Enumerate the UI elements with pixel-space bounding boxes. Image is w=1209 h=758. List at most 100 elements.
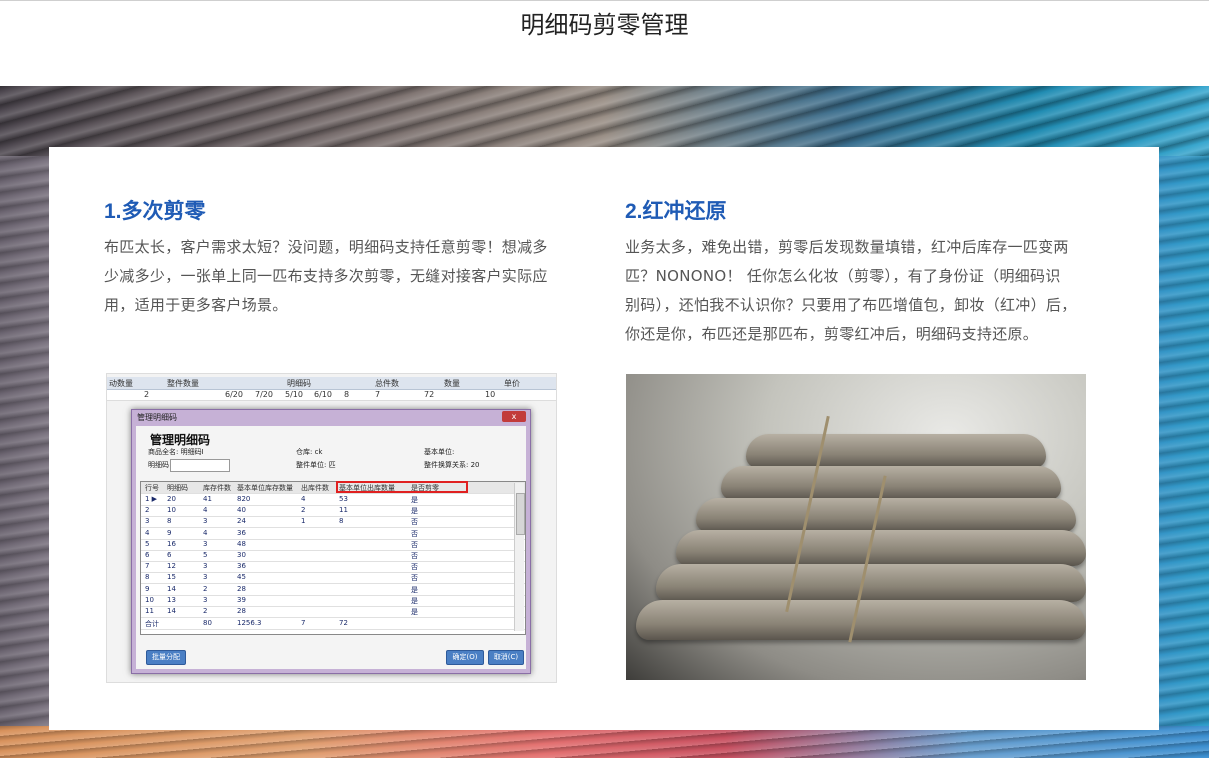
grid-row[interactable]: 10 13 3 39 是 [141,595,525,607]
fabric-fold [656,564,1086,602]
grid-cell: 53 [339,495,348,503]
sheet-cell: 6/10 [314,390,332,399]
sheet-header: 总件数 [375,379,399,388]
grid-cell: 是 [411,507,418,516]
fabric-bottom-band [0,726,1209,758]
base-unit-label: 基本单位: [424,448,455,456]
grid-cell: 12 [167,562,176,571]
grid-cell: 3 [203,517,208,526]
sheet-cell: 5/10 [285,390,303,399]
fabric-fold [676,530,1086,566]
ok-button[interactable]: 确定(O) [446,650,484,665]
grid-cell: 5 [145,539,150,548]
grid-cell: 15 [167,573,176,582]
grid-row[interactable]: 合计 80 1256.3 7 72 [141,618,525,630]
grid-cell: 1 ▶ [145,495,158,503]
grid-cell: 否 [411,540,418,549]
grid-cell: 4 [203,528,208,537]
text-line: 你还是你，布匹还是那匹布，剪零红冲后，明细码支持还原。 [625,325,1039,343]
section-text-multi-cut: 布匹太长，客户需求太短？没问题，明细码支持任意剪零！想减多 少减多少，一张单上同… [104,233,594,320]
grid-cell: 14 [167,584,176,593]
grid-cell: 28 [237,607,246,615]
sheet-header: 数量 [444,379,460,388]
grid-cell: 4 [203,506,208,515]
sheet-cell: 2 [144,390,150,399]
grid-cell: 80 [203,619,212,627]
grid-row[interactable]: 3 8 3 24 1 8 否 [141,516,525,529]
grid-cell: 3 [145,517,150,526]
sheet-cell: 6/20 [225,390,243,399]
dialog-titlebar: 管理明细码 x [132,410,530,424]
grid-cell: 7 [145,562,150,571]
grid-cell: 8 [339,517,344,526]
grid-row[interactable]: 9 14 2 28 是 [141,584,525,596]
grid-cell: 3 [203,539,208,548]
code-grid: 行号 明细码 库存件数 基本单位库存数量 出库件数 基本单位出库数量 是否剪零 1 ▶ 20 41… [140,481,526,635]
grid-cell: 24 [237,517,246,526]
grid-cell: 40 [237,506,246,515]
grid-cell: 11 [339,506,348,515]
grid-row[interactable]: 7 12 3 36 否 [141,561,525,574]
scrollbar-thumb[interactable] [516,493,525,535]
text-line: 用，适用于更多客户场景。 [104,296,288,314]
sheet-header-row: 动数量 整件数量 明细码 总件数 数量 单价 [107,377,556,390]
section-heading-multi-cut: 1.多次剪零 [104,200,206,223]
grid-scrollbar[interactable] [514,483,525,631]
grid-cell: 5 [203,551,208,559]
grid-row[interactable]: 5 16 3 48 否 [141,539,525,551]
grid-cell: 7 [301,619,306,627]
dialog-close-button[interactable]: x [502,411,526,422]
grid-column-header: 库存件数 [203,484,231,492]
grid-cell: 36 [237,562,246,571]
fabric-stack-photo [626,374,1086,680]
sheet-data-row: 2 6/20 7/20 5/10 6/10 8 7 72 10 [107,390,556,401]
batch-allocate-button[interactable]: 批量分配 [146,650,186,665]
grid-row[interactable]: 2 10 4 40 2 11 是 [141,505,525,518]
grid-cell: 是 [411,585,418,594]
fabric-fold [746,434,1046,468]
grid-cell: 2 [203,584,208,593]
grid-cell: 否 [411,563,418,572]
grid-cell: 1256.3 [237,619,262,627]
grid-cell: 4 [145,528,150,537]
fabric-fold [696,498,1076,532]
grid-cell: 否 [411,518,418,527]
grid-cell: 8 [167,517,172,526]
grid-cell: 10 [145,595,154,604]
dialog-body: 管理明细码 商品全名: 明细码I 明细码 仓库: ck 整件单位: 匹 基本单位… [136,426,526,669]
dialog-heading: 管理明细码 [150,433,211,447]
grid-cell: 39 [237,595,246,604]
grid-cell: 16 [167,539,176,548]
grid-column-header: 出库件数 [301,484,329,492]
grid-cell: 4 [301,495,306,503]
grid-row[interactable]: 1 ▶ 20 41 820 4 53 是 [141,494,525,506]
grid-cell: 3 [203,573,208,582]
grid-row[interactable]: 8 15 3 45 否 [141,572,525,585]
fabric-fold [721,466,1061,500]
grid-cell: 否 [411,574,418,583]
grid-cell: 14 [167,607,176,615]
grid-row[interactable]: 4 9 4 36 否 [141,528,525,540]
grid-cell: 10 [167,506,176,515]
grid-cell: 是 [411,608,418,616]
sheet-header: 明细码 [287,379,311,388]
product-label: 商品全名: 明细码I [148,448,204,456]
grid-cell: 是 [411,496,418,504]
grid-cell: 3 [203,562,208,571]
grid-cell: 8 [145,573,150,582]
grid-cell: 41 [203,495,212,503]
grid-column-header: 行号 [145,484,159,492]
grid-cell: 20 [167,495,176,503]
fabric-fold [636,600,1086,640]
ratio-label: 整件换算关系: 20 [424,461,480,469]
code-input[interactable] [170,459,230,472]
grid-cell: 2 [145,506,150,515]
grid-row[interactable]: 11 14 2 28 是 [141,606,525,618]
grid-cell: 13 [167,595,176,604]
grid-row[interactable]: 6 6 5 30 否 [141,550,525,562]
grid-cell: 2 [203,607,208,615]
grid-cell: 72 [339,619,348,627]
grid-cell: 合计 [145,620,159,628]
sheet-header: 单价 [504,379,520,388]
cancel-button[interactable]: 取消(C) [488,650,524,665]
